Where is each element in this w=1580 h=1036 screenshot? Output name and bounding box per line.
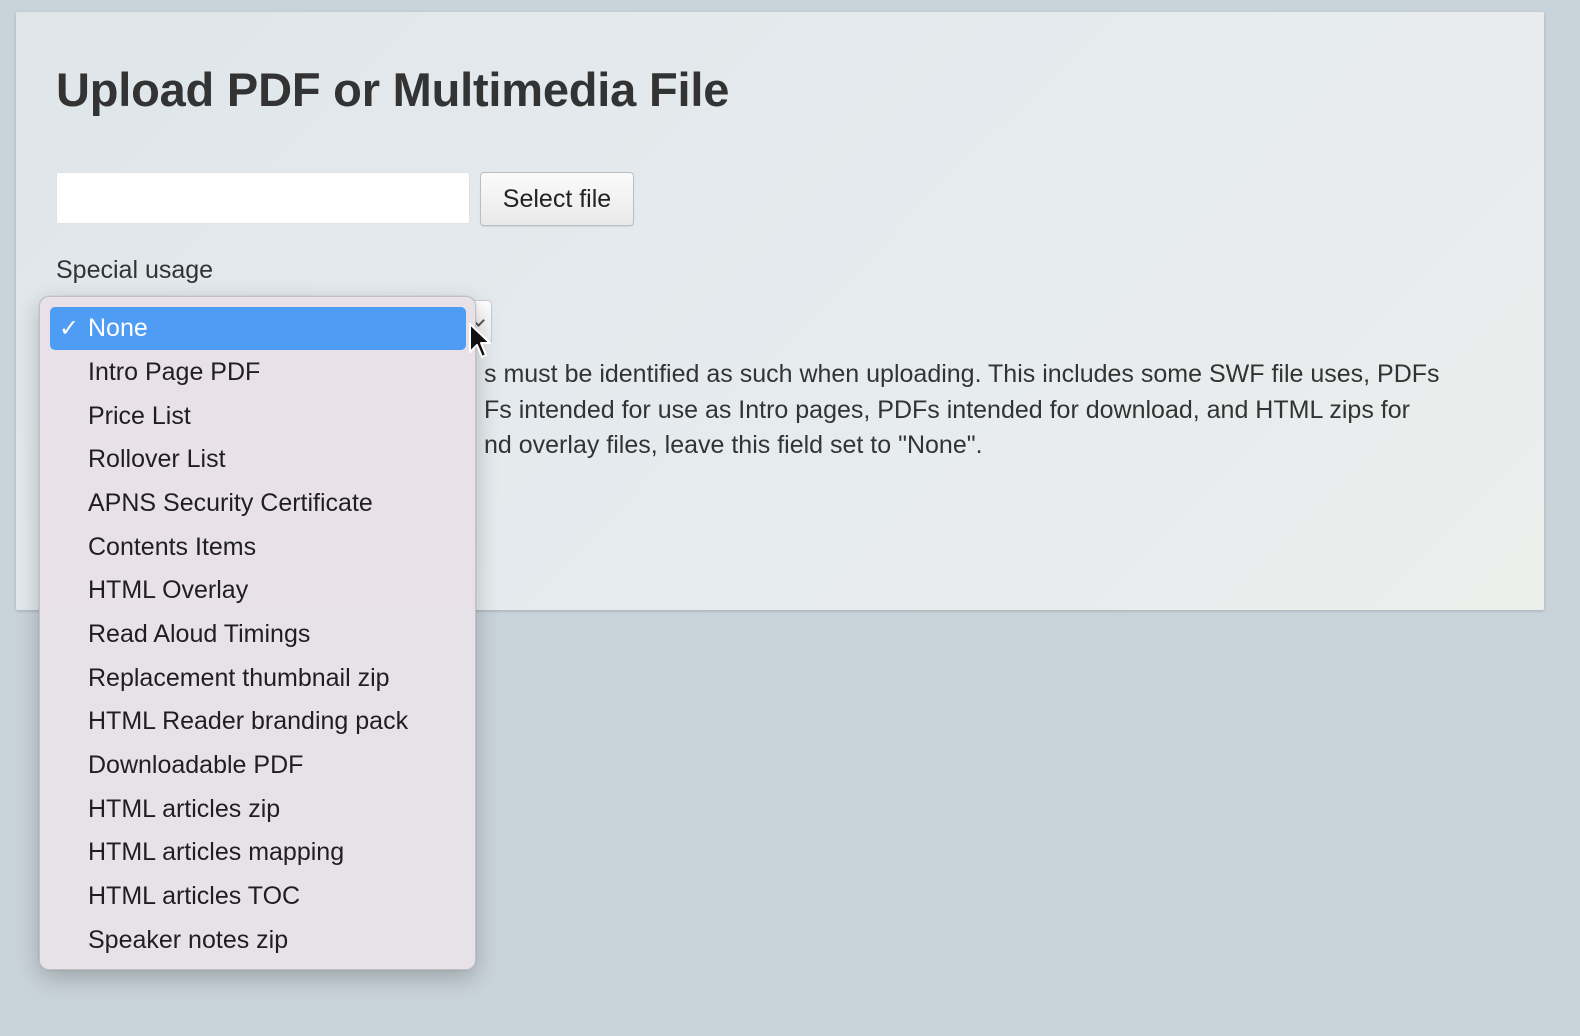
option-apns-security-certificate[interactable]: APNS Security Certificate [50, 482, 466, 525]
option-html-articles-toc[interactable]: HTML articles TOC [50, 875, 466, 918]
option-contents-items[interactable]: Contents Items [50, 526, 466, 569]
option-label: Contents Items [88, 533, 257, 561]
page-title: Upload PDF or Multimedia File [56, 63, 730, 116]
option-label: Speaker notes zip [88, 926, 289, 954]
option-html-articles-mapping[interactable]: HTML articles mapping [50, 831, 466, 874]
option-label: HTML articles mapping [88, 838, 345, 866]
option-intro-page-pdf[interactable]: Intro Page PDF [50, 351, 466, 394]
select-file-button[interactable]: Select file [480, 172, 634, 226]
option-label: Rollover List [88, 445, 226, 473]
option-html-overlay[interactable]: HTML Overlay [50, 569, 466, 612]
option-label: HTML Overlay [88, 576, 249, 604]
option-none[interactable]: ✓ None [50, 307, 466, 350]
file-path-field[interactable] [56, 172, 470, 224]
special-usage-label: Special usage [56, 256, 214, 284]
option-label: HTML articles TOC [88, 882, 301, 910]
option-rollover-list[interactable]: Rollover List [50, 438, 466, 481]
option-label: Replacement thumbnail zip [88, 664, 390, 692]
option-read-aloud-timings[interactable]: Read Aloud Timings [50, 613, 466, 656]
option-label: HTML articles zip [88, 795, 281, 823]
option-downloadable-pdf[interactable]: Downloadable PDF [50, 744, 466, 787]
option-replacement-thumbnail-zip[interactable]: Replacement thumbnail zip [50, 657, 466, 700]
option-html-articles-zip[interactable]: HTML articles zip [50, 788, 466, 831]
special-usage-dropdown-menu: ✓ None Intro Page PDF Price List Rollove… [39, 296, 476, 970]
option-label: APNS Security Certificate [88, 489, 373, 517]
checkmark-icon: ✓ [58, 315, 80, 342]
option-label: HTML Reader branding pack [88, 707, 409, 735]
option-html-reader-branding-pack[interactable]: HTML Reader branding pack [50, 700, 466, 743]
mouse-pointer-icon [469, 323, 491, 358]
option-price-list[interactable]: Price List [50, 395, 466, 438]
option-speaker-notes-zip[interactable]: Speaker notes zip [50, 919, 466, 962]
option-label: Price List [88, 402, 191, 430]
option-label: Downloadable PDF [88, 751, 304, 779]
option-label: Intro Page PDF [88, 358, 261, 386]
option-label: None [88, 314, 148, 342]
option-label: Read Aloud Timings [88, 620, 311, 648]
